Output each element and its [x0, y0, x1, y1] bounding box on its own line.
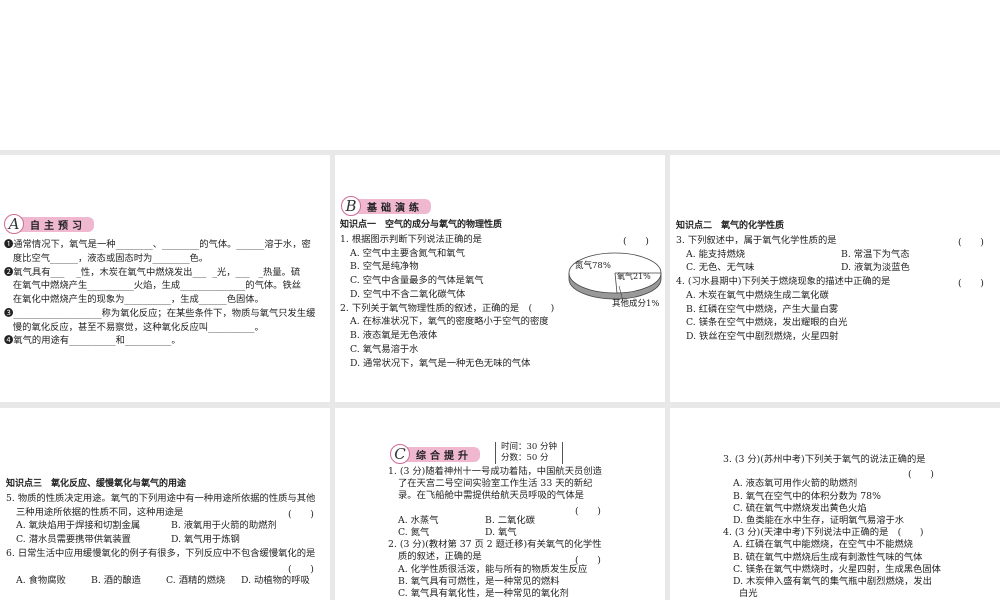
knowledge-point: 知识点一 空气的成分与氧气的物理性质	[340, 220, 503, 230]
option: B. 氧气在空气中的体积分数为 78%	[733, 490, 881, 502]
section-letter: C	[390, 444, 410, 464]
page-section-b-part3: 知识点三 氧化反应、缓慢氧化与氧气的用途 5. 物质的性质决定用途。氧气的下列用…	[0, 408, 330, 600]
question-stem: 4. (习水县期中)下列关于燃烧现象的描述中正确的是	[676, 276, 891, 287]
section-title: 综合提升	[404, 446, 480, 462]
preview-questions: ❶通常情况下，氧气是一种________、________的气体。______溶…	[4, 238, 315, 348]
option: C. 酒精的燃烧	[166, 575, 226, 587]
section-a-heading: A 自主预习	[4, 214, 94, 234]
option: B. 空气是纯净物	[350, 261, 419, 273]
option: B. 常温下为气态	[841, 248, 910, 260]
option: C. 镁条在氧气中燃烧时，火星四射，生成黑色固体	[733, 563, 941, 575]
section-letter: A	[4, 214, 24, 234]
page-section-b-cont: 知识点二 氧气的化学性质 3. 下列叙述中，属于氧气化学性质的是 A. 能支持燃…	[670, 155, 1000, 402]
answer-paren: ( )	[575, 506, 601, 517]
section-title: 基础演练	[355, 198, 431, 214]
section-letter: B	[341, 196, 361, 216]
option: B. 液态氧是无色液体	[350, 330, 438, 341]
question-stem: 4. (3 分)(天津中考)下列说法中正确的是 ( )	[723, 527, 924, 539]
question-stem: 6. 日常生活中应用缓慢氧化的例子有很多，下列反应中不包含缓慢氧化的是	[6, 547, 316, 559]
questions: 知识点一 空气的成分与氧气的物理性质 1. 根据图示判断下列说法正确的是 A. …	[340, 219, 554, 370]
question-stem: 录。在飞船舱中需提供给航天员呼吸的气体是	[398, 490, 584, 502]
option: C. 空气中含量最多的气体是氧气	[350, 275, 484, 286]
pie-label-oxygen: 氧气21%	[617, 272, 651, 281]
option: 白光	[739, 588, 758, 600]
question-stem: 5. 物质的性质决定用途。氧气的下列用途中有一种用途所依据的性质与其他	[6, 492, 316, 504]
option: D. 空气中不含二氧化碳气体	[350, 288, 466, 300]
option: D. 木炭伸入盛有氧气的集气瓶中剧烈燃烧，发出	[733, 576, 932, 588]
answer-paren: ( )	[575, 555, 601, 566]
pie-label-other: 其他成分1%	[612, 299, 660, 309]
section-c-heading: C 综合提升	[390, 444, 480, 464]
option: B. 液氧用于火箭的助燃剂	[171, 520, 277, 532]
answer-paren: ( )	[908, 469, 934, 480]
option: D. 氧气用于炼钢	[171, 534, 240, 545]
questions: 1. (3 分)随着神州十一号成功着陆，中国航天员创造 了在天宫二号空间实验室工…	[388, 466, 602, 600]
knowledge-point: 知识点三 氧化反应、缓慢氧化与氧气的用途	[6, 479, 187, 489]
option: B. 氧气具有可燃性，是一种常见的燃料	[398, 575, 560, 587]
option: B. 二氧化碳	[485, 514, 535, 526]
page-section-a: A 自主预习 ❶通常情况下，氧气是一种________、________的气体。…	[0, 155, 330, 402]
text-line: ❷氧气具有___ _性，木炭在氧气中燃烧发出___ _光，___ _热量。硫	[4, 266, 301, 278]
option: A. 木炭在氧气中燃烧生成二氧化碳	[686, 289, 829, 301]
time-score-box: 时间：30 分钟 分数：50 分	[495, 442, 564, 464]
question-stem: 质的叙述，正确的是	[398, 551, 482, 563]
question-stem: 三种用途所依据的性质不同，这种用途是	[16, 506, 184, 518]
text-line: 在氧气中燃烧产生__________火焰，生成______________的气体…	[4, 280, 302, 292]
option: D. 动植物的呼吸	[241, 575, 310, 587]
option: B. 红磷在空气中燃烧，产生大量白雾	[686, 303, 839, 315]
question-stem: 3. (3 分)(苏州中考)下列关于氧气的说法正确的是	[723, 454, 926, 465]
option: A. 液态氧可用作火箭的助燃剂	[733, 478, 858, 490]
text-line: ❸___________________称为氧化反应；在某些条件下，物质与氧气只…	[4, 307, 316, 319]
pie-label-nitrogen: 氮气78%	[575, 261, 611, 271]
text-line: ❶通常情况下，氧气是一种________、________的气体。______溶…	[4, 239, 311, 250]
option: C. 硫在氧气中燃烧发出黄色火焰	[733, 502, 867, 514]
text-line: 慢的氧化反应，甚至不易察觉，这种氧化反应叫__________。	[4, 321, 264, 333]
option: B. 酒的酿造	[91, 575, 141, 587]
option: D. 鱼类能在水中生存，证明氧气易溶于水	[733, 515, 905, 527]
option: A. 红磷在氧气中能燃烧，在空气中不能燃烧	[733, 539, 913, 551]
option: A. 在标准状况下，氧气的密度略小于空气的密度	[350, 316, 549, 328]
option: D. 通常状况下，氧气是一种无色无味的气体	[350, 357, 531, 369]
total-score: 分数：50 分	[501, 453, 549, 463]
answer-paren: ( )	[958, 237, 984, 248]
answer-paren: ( )	[288, 509, 314, 520]
time-limit: 时间：30 分钟	[501, 442, 558, 452]
question-stem: 2. 下列关于氧气物理性质的叙述，正确的是 ( )	[340, 302, 555, 314]
option: A. 食物腐败	[16, 575, 66, 587]
answer-paren: ( )	[288, 564, 314, 575]
questions: 知识点二 氧气的化学性质 3. 下列叙述中，属于氧气化学性质的是 A. 能支持燃…	[676, 220, 910, 344]
option: C. 无色、无气味	[686, 262, 755, 274]
section-title: 自主预习	[18, 216, 94, 232]
text-line: ❹氧气的用途有__________和__________。	[4, 335, 181, 347]
option: C. 镁条在空气中燃烧，发出耀眼的白光	[686, 317, 848, 329]
option: C. 氮气	[398, 527, 430, 539]
answer-paren: ( )	[958, 278, 984, 289]
option: C. 氧气易溶于水	[350, 343, 419, 355]
page-section-c-cont: 3. (3 分)(苏州中考)下列关于氧气的说法正确的是 A. 液态氧可用作火箭的…	[670, 408, 1000, 600]
option: A. 水蒸气	[398, 514, 439, 526]
option: C. 氧气具有氧化性，是一种常见的氧化剂	[398, 588, 569, 600]
text-line: 在氧化中燃烧产生的现象为__________，生成______色固体。	[4, 294, 264, 305]
knowledge-point: 知识点二 氧气的化学性质	[676, 221, 785, 231]
option: D. 液氧为淡蓝色	[841, 262, 910, 274]
option: D. 氧气	[485, 527, 517, 539]
page-section-b: B 基础演练 知识点一 空气的成分与氧气的物理性质 1. 根据图示判断下列说法正…	[335, 155, 665, 402]
question-stem: 3. 下列叙述中，属于氧气化学性质的是	[676, 234, 837, 246]
answer-paren: ( )	[623, 236, 649, 247]
option: A. 空气中主要含氮气和氧气	[350, 247, 465, 259]
option: B. 硫在氧气中燃烧后生成有刺激性气味的气体	[733, 551, 923, 563]
option: A. 氧炔焰用于焊接和切割金属	[16, 520, 141, 532]
text-line: 度比空气______，液态或固态时为________色。	[4, 252, 209, 264]
questions: 知识点三 氧化反应、缓慢氧化与氧气的用途 5. 物质的性质决定用途。氧气的下列用…	[6, 478, 315, 588]
option: D. 铁丝在空气中剧烈燃烧，火星四射	[686, 331, 839, 342]
option: A. 化学性质很活泼，能与所有的物质发生反应	[398, 563, 588, 575]
question-stem: 2. (3 分)(教材第 37 页 2 题迁移)有关氧气的化学性	[388, 539, 602, 551]
page-section-c: C 综合提升 时间：30 分钟 分数：50 分 1. (3 分)随着神州十一号成…	[335, 408, 665, 600]
question-stem: 了在天宫二号空间实验室工作生活 33 天的新纪	[398, 478, 593, 490]
section-b-heading: B 基础演练	[341, 196, 431, 216]
option: A. 能支持燃烧	[686, 248, 746, 260]
question-stem: 1. 根据图示判断下列说法正确的是	[340, 233, 482, 245]
option: C. 潜水员需要携带供氧装置	[16, 534, 131, 545]
question-stem: 1. (3 分)随着神州十一号成功着陆，中国航天员创造	[388, 466, 602, 477]
